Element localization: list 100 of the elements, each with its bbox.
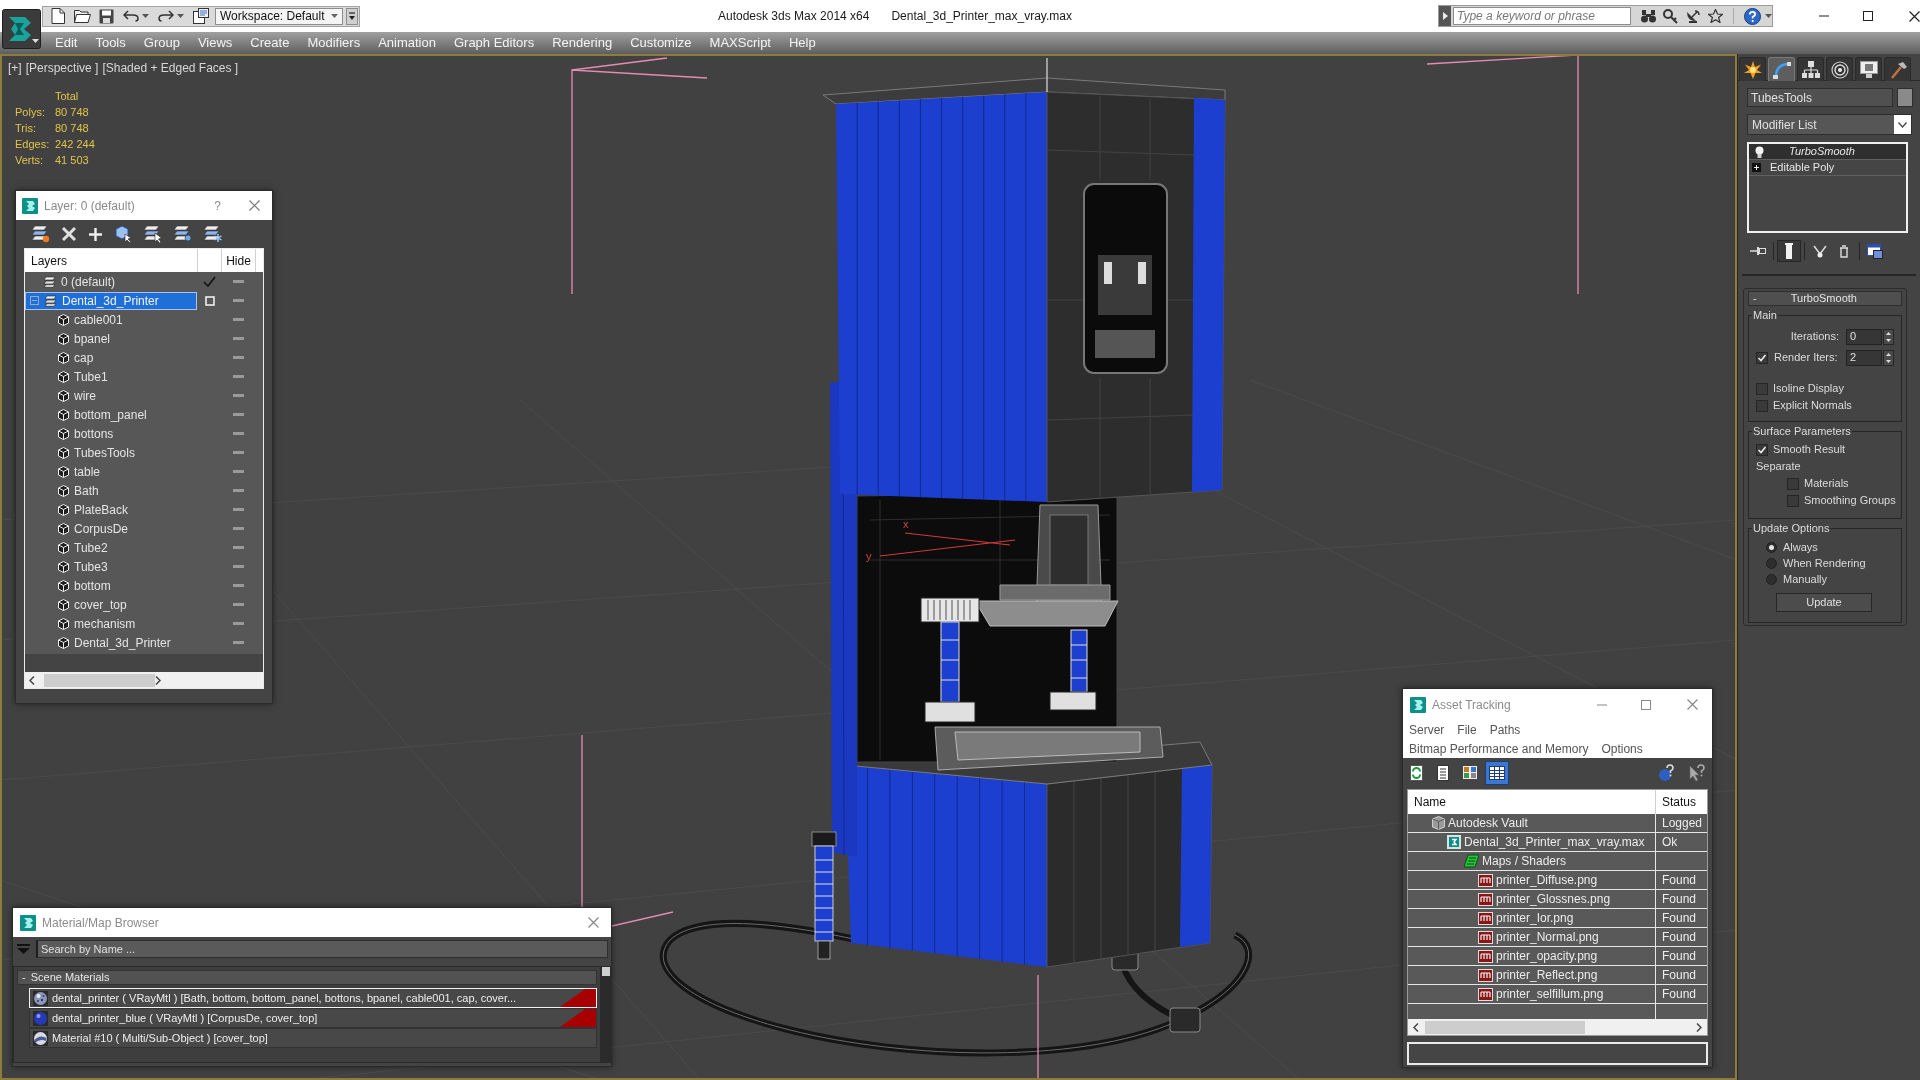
- undo-icon[interactable]: [123, 10, 139, 22]
- menu-item[interactable]: Help: [780, 33, 825, 53]
- workspace-dropdown[interactable]: Workspace: Default: [215, 7, 343, 25]
- redo-icon[interactable]: [158, 10, 174, 22]
- layer-item[interactable]: mechanism: [25, 614, 197, 633]
- radio-label[interactable]: Always: [1783, 538, 1818, 556]
- menu-item[interactable]: Customize: [621, 33, 701, 53]
- plus-icon[interactable]: [88, 226, 103, 242]
- asset-name[interactable]: printer_Ior.png: [1496, 909, 1574, 927]
- lightbulb-icon[interactable]: [1755, 145, 1764, 158]
- number-field[interactable]: 2: [1846, 349, 1882, 366]
- rollout-header[interactable]: - TurboSmooth: [1748, 291, 1902, 306]
- checkbox[interactable]: [1787, 477, 1799, 490]
- stack-item[interactable]: Editable Poly: [1749, 160, 1906, 176]
- layer-item[interactable]: bottom: [25, 576, 197, 595]
- menu-item[interactable]: Options: [1601, 739, 1643, 758]
- checkbox[interactable]: [1787, 494, 1799, 507]
- app-logo-icon[interactable]: [2, 9, 41, 49]
- asset-name[interactable]: Autodesk Vault: [1448, 814, 1528, 832]
- checkmark-icon[interactable]: [203, 276, 216, 287]
- radio-label[interactable]: When Rendering: [1783, 554, 1866, 572]
- layer-item[interactable]: bottom_panel: [25, 405, 197, 424]
- scrollbar-thumb[interactable]: [44, 673, 155, 687]
- asset-name[interactable]: printer_Diffuse.png: [1496, 871, 1598, 889]
- maximize-icon[interactable]: [1863, 11, 1873, 21]
- layer-item[interactable]: Tube1: [25, 367, 197, 386]
- number-field[interactable]: 0: [1846, 328, 1882, 345]
- menu-item[interactable]: Edit: [46, 33, 87, 53]
- layer-item[interactable]: Tube2: [25, 538, 197, 557]
- menu-item[interactable]: Bitmap Performance and Memory: [1409, 739, 1589, 758]
- chevron-right-icon[interactable]: [1696, 1022, 1702, 1032]
- layer-item[interactable]: table: [25, 462, 197, 481]
- checkbox[interactable]: [1756, 382, 1768, 395]
- layer-item[interactable]: cable001: [25, 310, 197, 329]
- section-header[interactable]: - Scene Materials: [17, 970, 597, 985]
- search-field[interactable]: Type a keyword or phrase: [1453, 7, 1631, 25]
- color-swatch-icon[interactable]: [1897, 88, 1913, 107]
- asset-name[interactable]: printer_selfillum.png: [1496, 985, 1604, 1003]
- checkbox-label[interactable]: Smooth Result: [1773, 441, 1846, 458]
- layer-item[interactable]: wire: [25, 386, 197, 405]
- caret-icon[interactable]: [1765, 14, 1772, 18]
- checkbox-label[interactable]: Explicit Normals: [1773, 397, 1852, 414]
- layers-dot-icon[interactable]: [173, 225, 192, 243]
- scrollbar-thumb[interactable]: [1425, 1020, 1585, 1034]
- scrollbar[interactable]: [1408, 1019, 1707, 1035]
- caret-icon[interactable]: [331, 14, 338, 18]
- asset-name[interactable]: printer_opacity.png: [1496, 947, 1598, 965]
- material-item[interactable]: dental_printer ( VRayMtl ) [Bath, bottom, bottom_panel, bottons, bpanel, cable001, cap, cover...: [29, 988, 597, 1008]
- satellite-dish-icon[interactable]: [1685, 8, 1700, 24]
- caret-icon[interactable]: [177, 14, 184, 18]
- menu-item[interactable]: Views: [188, 33, 242, 53]
- checkbox-label[interactable]: Isoline Display: [1773, 380, 1844, 397]
- layer-item[interactable]: bpanel: [25, 329, 197, 348]
- layer-item[interactable]: Bath: [25, 481, 197, 500]
- layer-item[interactable]: Dental_3d_Printer: [25, 291, 197, 310]
- asset-name[interactable]: printer_Glossnes.png: [1496, 890, 1611, 908]
- chevron-right-icon[interactable]: [155, 675, 161, 685]
- menu-item[interactable]: Modifiers: [298, 33, 370, 53]
- layers-badge-icon[interactable]: [31, 225, 50, 243]
- layers-snowflake-icon[interactable]: [203, 225, 222, 243]
- viewport-menu-label[interactable]: [Perspective ]: [25, 59, 99, 77]
- layers-cursor-icon[interactable]: [143, 225, 162, 243]
- object-name-field[interactable]: TubesTools: [1747, 88, 1893, 107]
- asset-name[interactable]: Dental_3d_Printer_max_vray.max: [1464, 833, 1645, 851]
- viewport-menu-label[interactable]: [Shaded + Edged Faces ]: [102, 59, 239, 77]
- panel-tab[interactable]: [1855, 57, 1882, 81]
- caret-icon[interactable]: [142, 14, 149, 18]
- menu-item[interactable]: File: [1457, 720, 1477, 739]
- asset-name[interactable]: printer_Reflect.png: [1496, 966, 1598, 984]
- x-icon[interactable]: [61, 226, 77, 242]
- layer-item[interactable]: Tube3: [25, 557, 197, 576]
- menu-item[interactable]: Rendering: [543, 33, 622, 53]
- new-file-icon[interactable]: [51, 8, 65, 24]
- asset-name[interactable]: printer_Normal.png: [1496, 928, 1599, 946]
- help-icon[interactable]: [1744, 7, 1761, 25]
- menu-item[interactable]: MAXScript: [700, 33, 780, 53]
- square-icon[interactable]: [204, 295, 215, 306]
- layer-item[interactable]: 0 (default): [25, 272, 197, 291]
- menu-item[interactable]: Create: [241, 33, 299, 53]
- help-button[interactable]: ?: [214, 196, 221, 215]
- checkbox-label[interactable]: Smoothing Groups: [1804, 492, 1896, 509]
- search-field[interactable]: Search by Name ...: [36, 940, 608, 958]
- key-icon[interactable]: [1663, 8, 1678, 24]
- layer-item[interactable]: cap: [25, 348, 197, 367]
- input-field[interactable]: [1407, 1042, 1708, 1065]
- layer-item[interactable]: CorpusDe: [25, 519, 197, 538]
- panel-tab[interactable]: [1826, 57, 1853, 81]
- project-folder-icon[interactable]: [193, 8, 209, 24]
- scrollbar-thumb[interactable]: [602, 967, 610, 976]
- toolbar-options-icon[interactable]: [346, 7, 358, 25]
- material-item[interactable]: dental_printer_blue ( VRayMtl ) [CorpusDe, cover_top]: [29, 1008, 597, 1028]
- spinner-arrows-icon[interactable]: [1883, 349, 1894, 366]
- panel-tab[interactable]: [1884, 57, 1911, 81]
- help-cursor-icon[interactable]: [1688, 763, 1706, 782]
- radio-label[interactable]: Manually: [1783, 570, 1828, 588]
- open-folder-icon[interactable]: [74, 9, 91, 23]
- stack-item[interactable]: TurboSmooth: [1749, 144, 1906, 160]
- menu-item[interactable]: Animation: [369, 33, 445, 53]
- question-ball-icon[interactable]: [1658, 763, 1676, 782]
- radio-button[interactable]: [1766, 557, 1777, 569]
